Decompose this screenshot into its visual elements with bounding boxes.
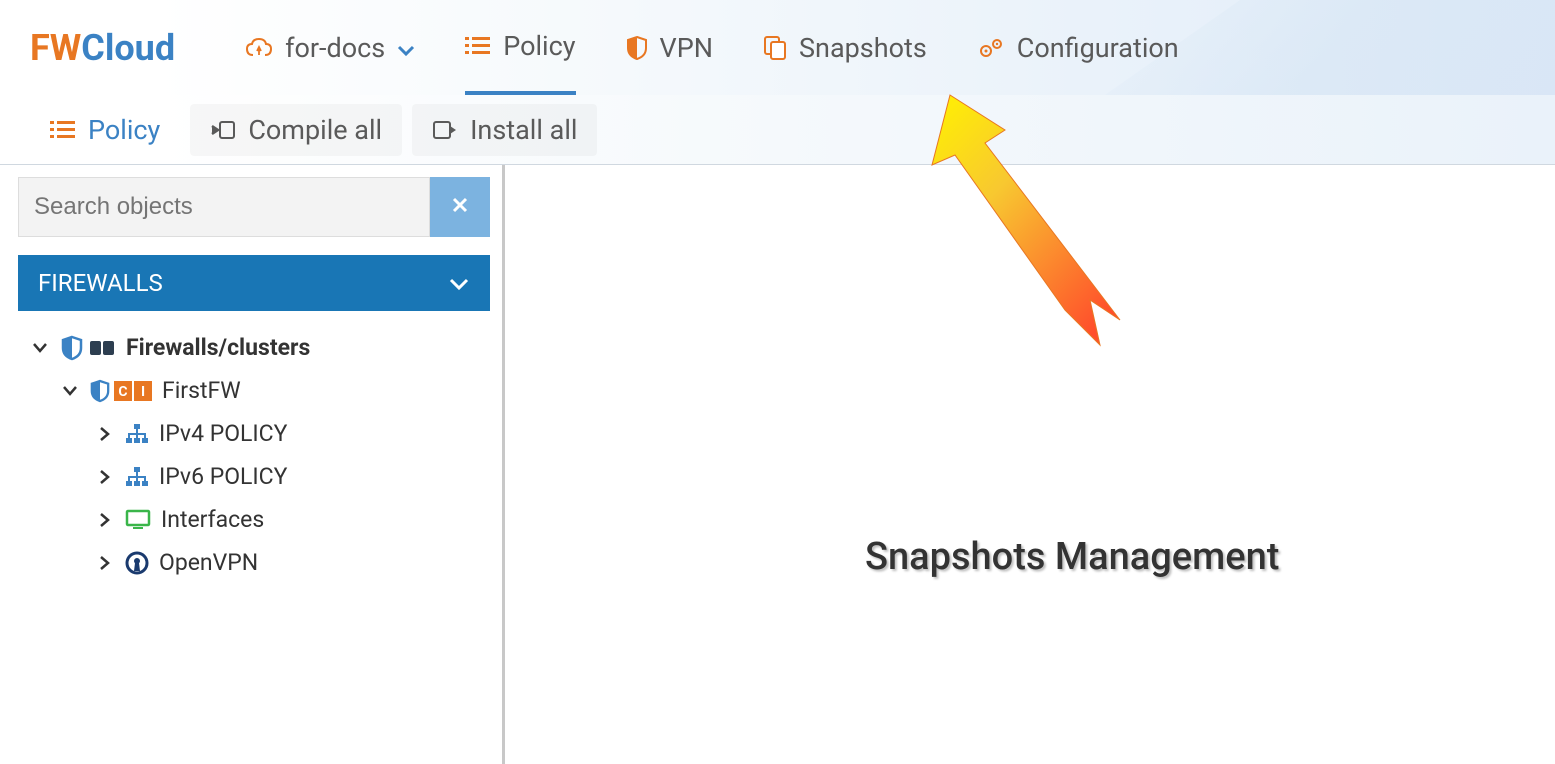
compile-all-label: Compile all <box>248 114 382 146</box>
copy-icon <box>763 35 787 61</box>
nav-vpn-label: VPN <box>660 32 714 64</box>
main-area: FIREWALLS <box>0 165 1555 764</box>
sub-navigation: Policy Compile all Install all <box>0 95 1555 165</box>
monitor-icon <box>125 509 151 531</box>
sitemap-icon <box>125 423 149 445</box>
nav-snapshots-label: Snapshots <box>799 32 927 64</box>
openvpn-icon <box>125 551 149 575</box>
annotation-label: Snapshots Management <box>865 535 1279 579</box>
project-selector[interactable]: for-docs <box>245 0 415 95</box>
tree-firewall-label: FirstFW <box>162 377 241 404</box>
section-firewalls-header[interactable]: FIREWALLS <box>18 255 490 311</box>
list-icon <box>50 119 76 141</box>
search-row <box>18 177 490 237</box>
logo-cloud: Cloud <box>81 27 175 69</box>
nav-vpn[interactable]: VPN <box>626 0 714 95</box>
cluster-icon <box>88 337 116 359</box>
chevron-down-icon <box>28 342 52 354</box>
nav-policy[interactable]: Policy <box>465 0 575 95</box>
content-area: Snapshots Management <box>505 165 1555 764</box>
nav-configuration-label: Configuration <box>1017 32 1179 64</box>
search-clear-button[interactable] <box>430 177 490 237</box>
logo-fw: FW <box>30 27 81 69</box>
compile-icon <box>210 118 236 142</box>
logo[interactable]: FWCloud <box>30 27 175 69</box>
nav-configuration[interactable]: Configuration <box>977 0 1179 95</box>
install-icon <box>432 118 458 142</box>
cloud-icon <box>245 37 273 59</box>
chevron-right-icon <box>93 512 117 528</box>
tree-openvpn-label: OpenVPN <box>159 549 258 576</box>
gears-icon <box>977 36 1005 60</box>
tree-ipv4-label: IPv4 POLICY <box>159 420 287 447</box>
chevron-right-icon <box>93 469 117 485</box>
tree-firewall-icons: C I <box>90 379 152 403</box>
top-navigation: FWCloud for-docs Policy <box>0 0 1555 95</box>
nav-snapshots[interactable]: Snapshots <box>763 0 927 95</box>
chevron-right-icon <box>93 426 117 442</box>
tree: Firewalls/clusters C I <box>18 311 490 599</box>
tab-policy-label: Policy <box>88 114 160 146</box>
install-all-button[interactable]: Install all <box>412 104 597 156</box>
tree-ipv6-label: IPv6 POLICY <box>159 463 287 490</box>
shield-icon <box>90 379 110 403</box>
tree-openvpn[interactable]: OpenVPN <box>28 541 480 584</box>
tree-root-icons <box>60 335 116 361</box>
ci-badge-icon: C I <box>114 381 152 401</box>
compile-all-button[interactable]: Compile all <box>190 104 402 156</box>
close-icon <box>451 193 469 221</box>
tree-root-firewalls-clusters[interactable]: Firewalls/clusters <box>28 326 480 369</box>
tree-firewall-firstfw[interactable]: C I FirstFW <box>28 369 480 412</box>
tree-ipv6-policy[interactable]: IPv6 POLICY <box>28 455 480 498</box>
sidebar: FIREWALLS <box>0 165 505 764</box>
tree-root-label: Firewalls/clusters <box>126 334 310 361</box>
tree-interfaces-label: Interfaces <box>161 506 264 533</box>
chevron-right-icon <box>93 555 117 571</box>
chevron-down-icon <box>58 385 82 397</box>
project-selector-label: for-docs <box>285 32 385 64</box>
svg-text:C: C <box>118 384 127 400</box>
svg-text:I: I <box>141 384 145 400</box>
shield-icon <box>60 335 84 361</box>
tree-ipv4-policy[interactable]: IPv4 POLICY <box>28 412 480 455</box>
tab-policy[interactable]: Policy <box>30 104 180 156</box>
nav-policy-label: Policy <box>503 30 575 62</box>
section-firewalls-label: FIREWALLS <box>38 269 163 297</box>
install-all-label: Install all <box>470 114 577 146</box>
list-icon <box>465 35 491 57</box>
shield-icon <box>626 35 648 61</box>
caret-down-icon <box>397 32 415 64</box>
sitemap-icon <box>125 466 149 488</box>
search-input[interactable] <box>18 177 430 237</box>
chevron-down-icon <box>448 269 470 297</box>
tree-interfaces[interactable]: Interfaces <box>28 498 480 541</box>
